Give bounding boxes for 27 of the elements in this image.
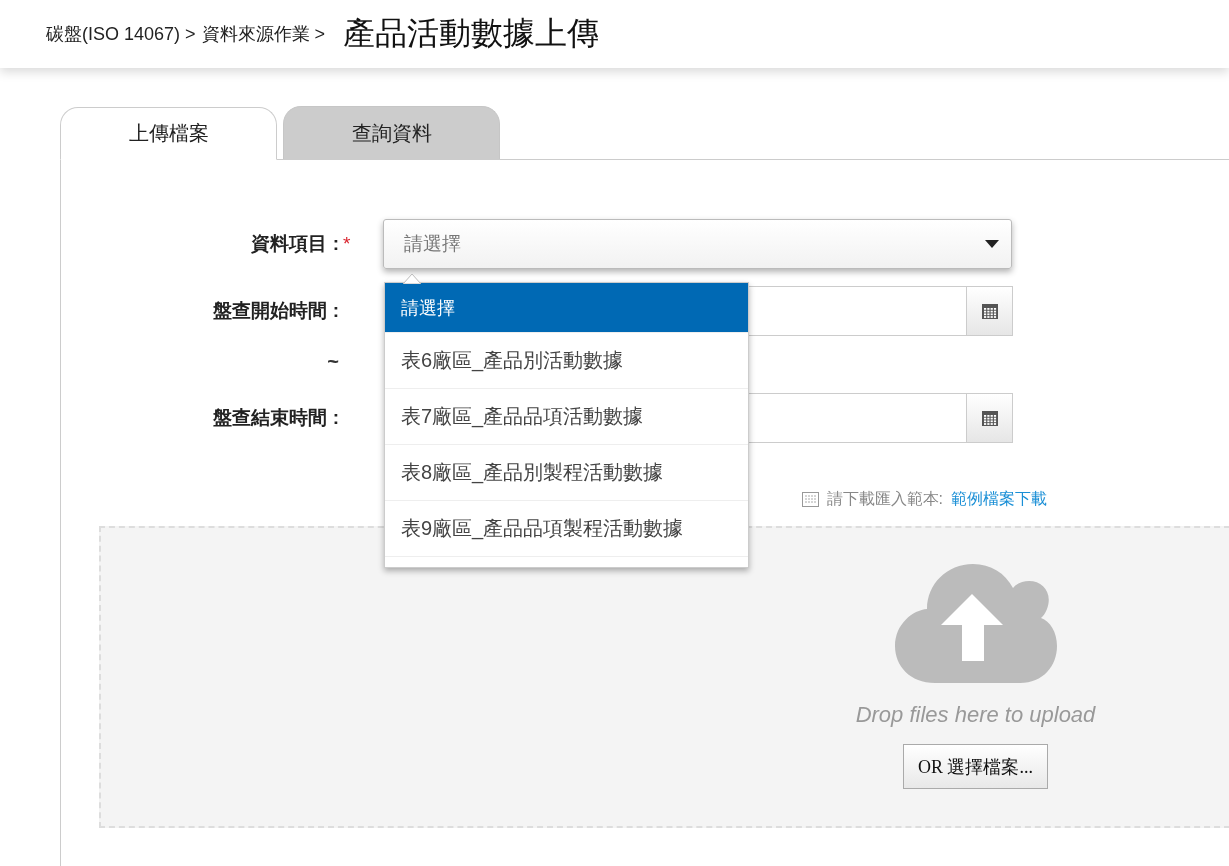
dropdown-option[interactable]: 表6廠區_產品別活動數據 [385,333,748,389]
drop-message: Drop files here to upload [855,702,1096,728]
field-label: 資料項目 : [250,232,339,256]
calendar-button[interactable] [966,394,1012,442]
breadcrumb-link[interactable]: 資料來源作業 > [201,22,326,46]
cloud-upload-icon [894,564,1057,684]
required-mark: * [343,233,352,255]
breadcrumb-link[interactable]: 碳盤(ISO 14067) > [46,22,196,46]
select-field[interactable]: 請選擇 [383,219,1012,269]
tab[interactable]: 查詢資料 [283,106,500,159]
calendar-button[interactable] [966,287,1012,335]
page-title: 產品活動數據上傳 [343,14,600,53]
choose-file-button[interactable]: OR 選擇檔案... [903,744,1048,789]
calendar-icon [980,409,999,427]
template-download-link[interactable]: 範例檔案下載 [951,489,1047,510]
tab[interactable]: 上傳檔案 [60,107,277,160]
dropdown-option[interactable]: 表9廠區_產品品項製程活動數據 [385,501,748,557]
range-separator: ~ [326,349,339,373]
field-label: 盤查開始時間 : [212,299,339,323]
dropdown-option[interactable]: 表7廠區_產品品項活動數據 [385,389,748,445]
dropdown-option[interactable]: 請選擇 [385,283,748,333]
spreadsheet-icon [801,492,819,507]
calendar-icon [980,302,999,320]
dropdown-option[interactable]: 表8廠區_產品別製程活動數據 [385,445,748,501]
field-label: 盤查結束時間 : [212,406,339,430]
template-hint: 請下載匯入範本: [826,489,943,509]
caret-icon [985,240,999,248]
